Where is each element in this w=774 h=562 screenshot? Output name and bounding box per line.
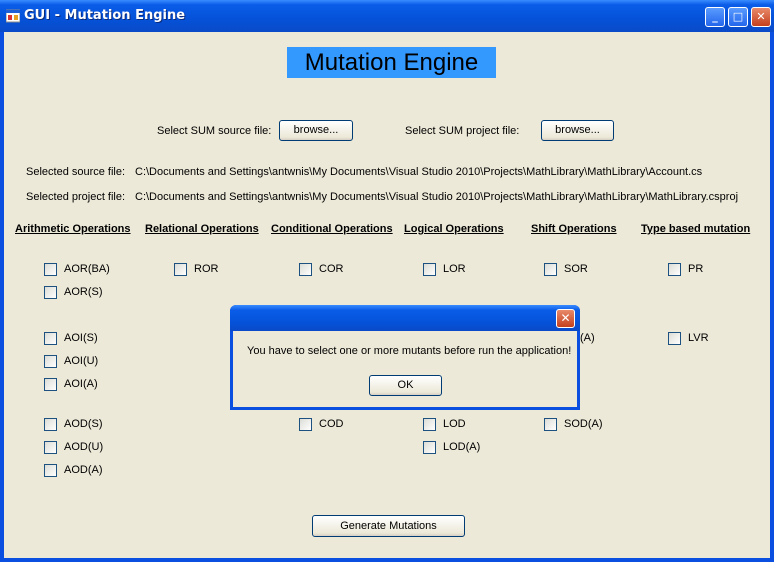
checkbox-box[interactable] xyxy=(544,263,557,276)
logical-group-label: Logical Operations xyxy=(404,223,504,235)
title-bar[interactable]: GUI - Mutation Engine _ □ ✕ xyxy=(0,0,774,32)
client-area: Mutation Engine Select SUM source file: … xyxy=(4,32,770,558)
selected-project-label: Selected project file: xyxy=(26,191,126,203)
window-title: GUI - Mutation Engine xyxy=(24,8,186,23)
main-window: GUI - Mutation Engine _ □ ✕ Mutation Eng… xyxy=(0,0,774,562)
checkbox-label: AOD(S) xyxy=(64,418,103,430)
checkbox-box[interactable] xyxy=(44,378,57,391)
relational-group-label: Relational Operations xyxy=(145,223,259,235)
close-button[interactable]: ✕ xyxy=(751,7,771,27)
checkbox-label: AOI(U) xyxy=(64,355,99,367)
checkbox-label: LOD xyxy=(443,418,466,430)
checkbox-soi-a-label: (A) xyxy=(580,332,595,344)
checkbox-box[interactable] xyxy=(423,418,436,431)
checkbox-label: AOD(A) xyxy=(64,464,103,476)
checkbox-label: AOI(S) xyxy=(64,332,98,344)
checkbox-box[interactable] xyxy=(44,286,57,299)
checkbox-box[interactable] xyxy=(544,418,557,431)
conditional-group-label: Conditional Operations xyxy=(271,223,393,235)
checkbox-label: LOD(A) xyxy=(443,441,481,453)
checkbox-label: AOD(U) xyxy=(64,441,104,453)
checkbox-label: SOD(A) xyxy=(564,418,603,430)
browse-source-button[interactable]: browse... xyxy=(279,120,353,141)
maximize-button[interactable]: □ xyxy=(728,7,748,27)
checkbox-label: AOR(S) xyxy=(64,286,103,298)
checkbox-box[interactable] xyxy=(44,441,57,454)
checkbox-label: SOR xyxy=(564,263,588,275)
checkbox-box[interactable] xyxy=(44,355,57,368)
project-file-label: Select SUM project file: xyxy=(405,125,520,137)
checkbox-box[interactable] xyxy=(299,418,312,431)
selected-source-label: Selected source file: xyxy=(26,166,126,178)
checkbox-box[interactable] xyxy=(174,263,187,276)
checkbox-box[interactable] xyxy=(423,263,436,276)
selected-source-path: C:\Documents and Settings\antwnis\My Doc… xyxy=(135,166,703,178)
checkbox-label: PR xyxy=(688,263,704,275)
checkbox-label: LVR xyxy=(688,332,709,344)
minimize-button[interactable]: _ xyxy=(705,7,725,27)
source-file-label: Select SUM source file: xyxy=(157,125,272,137)
dialog-title-bar[interactable]: ✕ xyxy=(230,305,580,331)
generate-mutations-button[interactable]: Generate Mutations xyxy=(312,515,465,537)
browse-project-button[interactable]: browse... xyxy=(541,120,614,141)
checkbox-box[interactable] xyxy=(668,332,681,345)
message-dialog: ✕ You have to select one or more mutants… xyxy=(230,305,580,410)
checkbox-box[interactable] xyxy=(44,418,57,431)
checkbox-box[interactable] xyxy=(668,263,681,276)
checkbox-box[interactable] xyxy=(44,332,57,345)
checkbox-label: AOI(A) xyxy=(64,378,98,390)
checkbox-box[interactable] xyxy=(44,263,57,276)
page-title: Mutation Engine xyxy=(287,47,496,78)
checkbox-label: ROR xyxy=(194,263,219,275)
shift-group-label: Shift Operations xyxy=(531,223,617,235)
checkbox-label: COR xyxy=(319,263,344,275)
checkbox-box[interactable] xyxy=(44,464,57,477)
checkbox-label: AOR(BA) xyxy=(64,263,110,275)
checkbox-box[interactable] xyxy=(423,441,436,454)
app-icon xyxy=(6,9,20,23)
arithmetic-group-label: Arithmetic Operations xyxy=(15,223,131,235)
type-group-label: Type based mutation xyxy=(641,223,751,235)
checkbox-label: LOR xyxy=(443,263,466,275)
dialog-close-button[interactable]: ✕ xyxy=(556,309,575,328)
checkbox-box[interactable] xyxy=(299,263,312,276)
checkbox-label: COD xyxy=(319,418,344,430)
dialog-message: You have to select one or more mutants b… xyxy=(247,345,572,357)
selected-project-path: C:\Documents and Settings\antwnis\My Doc… xyxy=(135,191,739,203)
dialog-body: You have to select one or more mutants b… xyxy=(233,331,577,407)
ok-button[interactable]: OK xyxy=(369,375,442,396)
